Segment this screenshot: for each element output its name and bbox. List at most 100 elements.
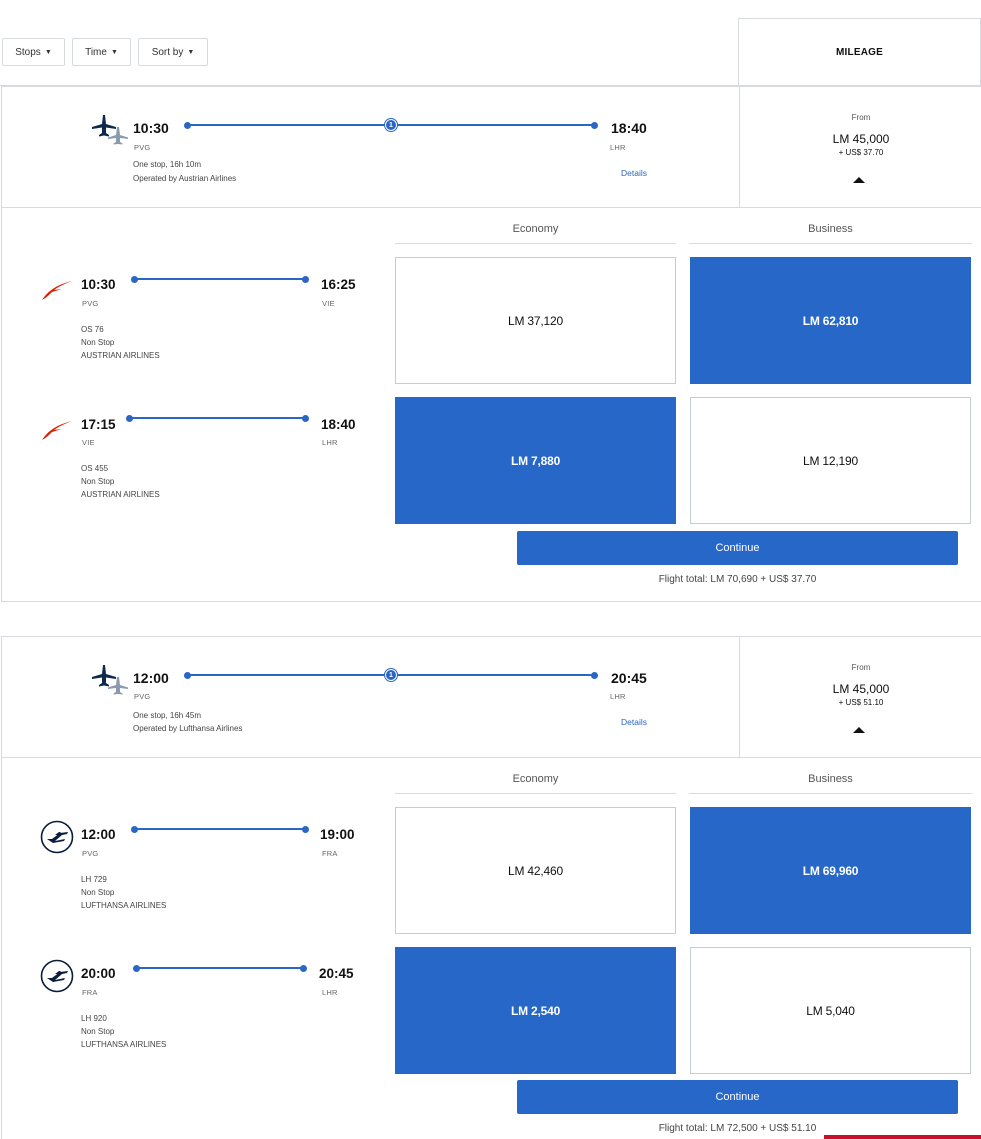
segment-arrive-time: 20:45: [319, 966, 354, 981]
route-end-dot: [302, 826, 309, 833]
time-filter-button[interactable]: Time ▼: [72, 38, 131, 66]
itinerary-summary[interactable]: 12:00 PVG One stop, 16h 45m Operated by …: [2, 637, 981, 758]
segment-stops: Non Stop: [81, 888, 115, 897]
details-link[interactable]: Details: [621, 168, 647, 178]
stop-count-badge: 1: [385, 669, 397, 681]
itinerary-summary[interactable]: 10:30 PVG One stop, 16h 10m Operated by …: [2, 87, 981, 208]
airline-name: LUFTHANSA AIRLINES: [81, 901, 167, 910]
details-link[interactable]: Details: [621, 717, 647, 727]
segment-arrive-time: 18:40: [321, 417, 356, 432]
segment-stops: Non Stop: [81, 338, 115, 347]
flight-number: LH 920: [81, 1014, 107, 1023]
segment-arrive-airport: FRA: [322, 849, 338, 858]
route-line: [135, 278, 305, 280]
segment-arrive-airport: LHR: [322, 988, 338, 997]
economy-fare[interactable]: LM 42,460: [395, 807, 676, 934]
austrian-airlines-logo: [42, 281, 72, 300]
economy-fare[interactable]: LM 7,880: [395, 397, 676, 524]
caret-down-icon: ▼: [187, 48, 195, 56]
sort-by-button[interactable]: Sort by ▼: [138, 38, 208, 66]
segment-arrive-time: 16:25: [321, 277, 356, 292]
continue-button[interactable]: Continue: [517, 531, 958, 565]
segment-depart-time: 12:00: [81, 827, 116, 842]
connecting-flight-icon: [92, 115, 128, 145]
price-from-label: From: [851, 113, 871, 122]
route-end-dot: [302, 415, 309, 422]
route-end-dot: [591, 122, 598, 129]
segment-arrive-time: 19:00: [320, 827, 355, 842]
economy-header: Economy: [395, 223, 676, 244]
segment-depart-airport: PVG: [82, 299, 99, 308]
business-header: Business: [689, 223, 972, 244]
depart-airport: PVG: [134, 692, 151, 701]
itinerary-card: 12:00 PVG One stop, 16h 45m Operated by …: [1, 636, 981, 1139]
mileage-price[interactable]: From LM 45,000 + US$ 51.10: [739, 637, 981, 757]
route-end-dot: [591, 672, 598, 679]
stop-count-badge: 1: [385, 119, 397, 131]
stops-filter-button[interactable]: Stops ▼: [2, 38, 65, 66]
segment-stops: Non Stop: [81, 477, 115, 486]
arrive-airport: LHR: [610, 692, 626, 701]
segment-arrive-airport: VIE: [322, 299, 335, 308]
economy-header: Economy: [395, 773, 676, 794]
lufthansa-logo: [40, 959, 74, 993]
price-miles: LM 45,000: [832, 132, 890, 146]
business-header: Business: [689, 773, 972, 794]
stops-filter-label: Stops: [15, 46, 41, 58]
segment-depart-airport: VIE: [82, 438, 95, 447]
business-fare[interactable]: LM 69,960: [690, 807, 971, 934]
price-cash: + US$ 51.10: [838, 698, 884, 707]
business-fare[interactable]: LM 62,810: [690, 257, 971, 384]
depart-time: 10:30: [133, 120, 169, 136]
airline-name: AUSTRIAN AIRLINES: [81, 351, 160, 360]
trip-duration: One stop, 16h 45m: [133, 711, 202, 720]
page-accent-strip: [824, 1135, 981, 1139]
price-miles: LM 45,000: [832, 682, 890, 696]
continue-button[interactable]: Continue: [517, 1080, 958, 1114]
sort-by-label: Sort by: [151, 46, 184, 58]
arrive-time: 20:45: [611, 670, 647, 686]
flight-number: OS 455: [81, 464, 109, 473]
airline-name: AUSTRIAN AIRLINES: [81, 490, 160, 499]
segment-depart-time: 10:30: [81, 277, 116, 292]
connecting-flight-icon: [92, 665, 128, 695]
segment-depart-airport: FRA: [82, 988, 98, 997]
economy-fare[interactable]: LM 2,540: [395, 947, 676, 1074]
route-line: [137, 967, 303, 969]
flight-total: Flight total: LM 72,500 + US$ 51.10: [658, 1123, 817, 1134]
segment-depart-airport: PVG: [82, 849, 99, 858]
price-cash: + US$ 37.70: [838, 148, 884, 157]
caret-down-icon: ▼: [110, 48, 118, 56]
segment-depart-time: 20:00: [81, 966, 116, 981]
segment-arrive-airport: LHR: [322, 438, 338, 447]
lufthansa-logo: [40, 820, 74, 854]
flight-total: Flight total: LM 70,690 + US$ 37.70: [658, 574, 817, 585]
mileage-column-header: MILEAGE: [738, 18, 981, 86]
business-fare[interactable]: LM 12,190: [690, 397, 971, 524]
segment-stops: Non Stop: [81, 1027, 115, 1036]
depart-airport: PVG: [134, 143, 151, 152]
austrian-airlines-logo: [42, 421, 72, 440]
flight-number: LH 729: [81, 875, 107, 884]
route-end-dot: [300, 965, 307, 972]
route-end-dot: [302, 276, 309, 283]
depart-time: 12:00: [133, 670, 169, 686]
route-line: [130, 417, 305, 419]
mileage-price[interactable]: From LM 45,000 + US$ 37.70: [739, 87, 981, 207]
collapse-arrow-icon[interactable]: [853, 177, 865, 183]
flight-number: OS 76: [81, 325, 104, 334]
economy-fare[interactable]: LM 37,120: [395, 257, 676, 384]
trip-duration: One stop, 16h 10m: [133, 160, 202, 169]
arrive-airport: LHR: [610, 143, 626, 152]
segment-depart-time: 17:15: [81, 417, 116, 432]
time-filter-label: Time: [85, 46, 107, 58]
route-line: [135, 828, 305, 830]
business-fare[interactable]: LM 5,040: [690, 947, 971, 1074]
price-from-label: From: [851, 663, 871, 672]
arrive-time: 18:40: [611, 120, 647, 136]
itinerary-card: 10:30 PVG One stop, 16h 10m Operated by …: [1, 86, 981, 602]
collapse-arrow-icon[interactable]: [853, 727, 865, 733]
operated-by: Operated by Lufthansa Airlines: [133, 724, 243, 733]
caret-down-icon: ▼: [44, 48, 52, 56]
operated-by: Operated by Austrian Airlines: [133, 174, 237, 183]
